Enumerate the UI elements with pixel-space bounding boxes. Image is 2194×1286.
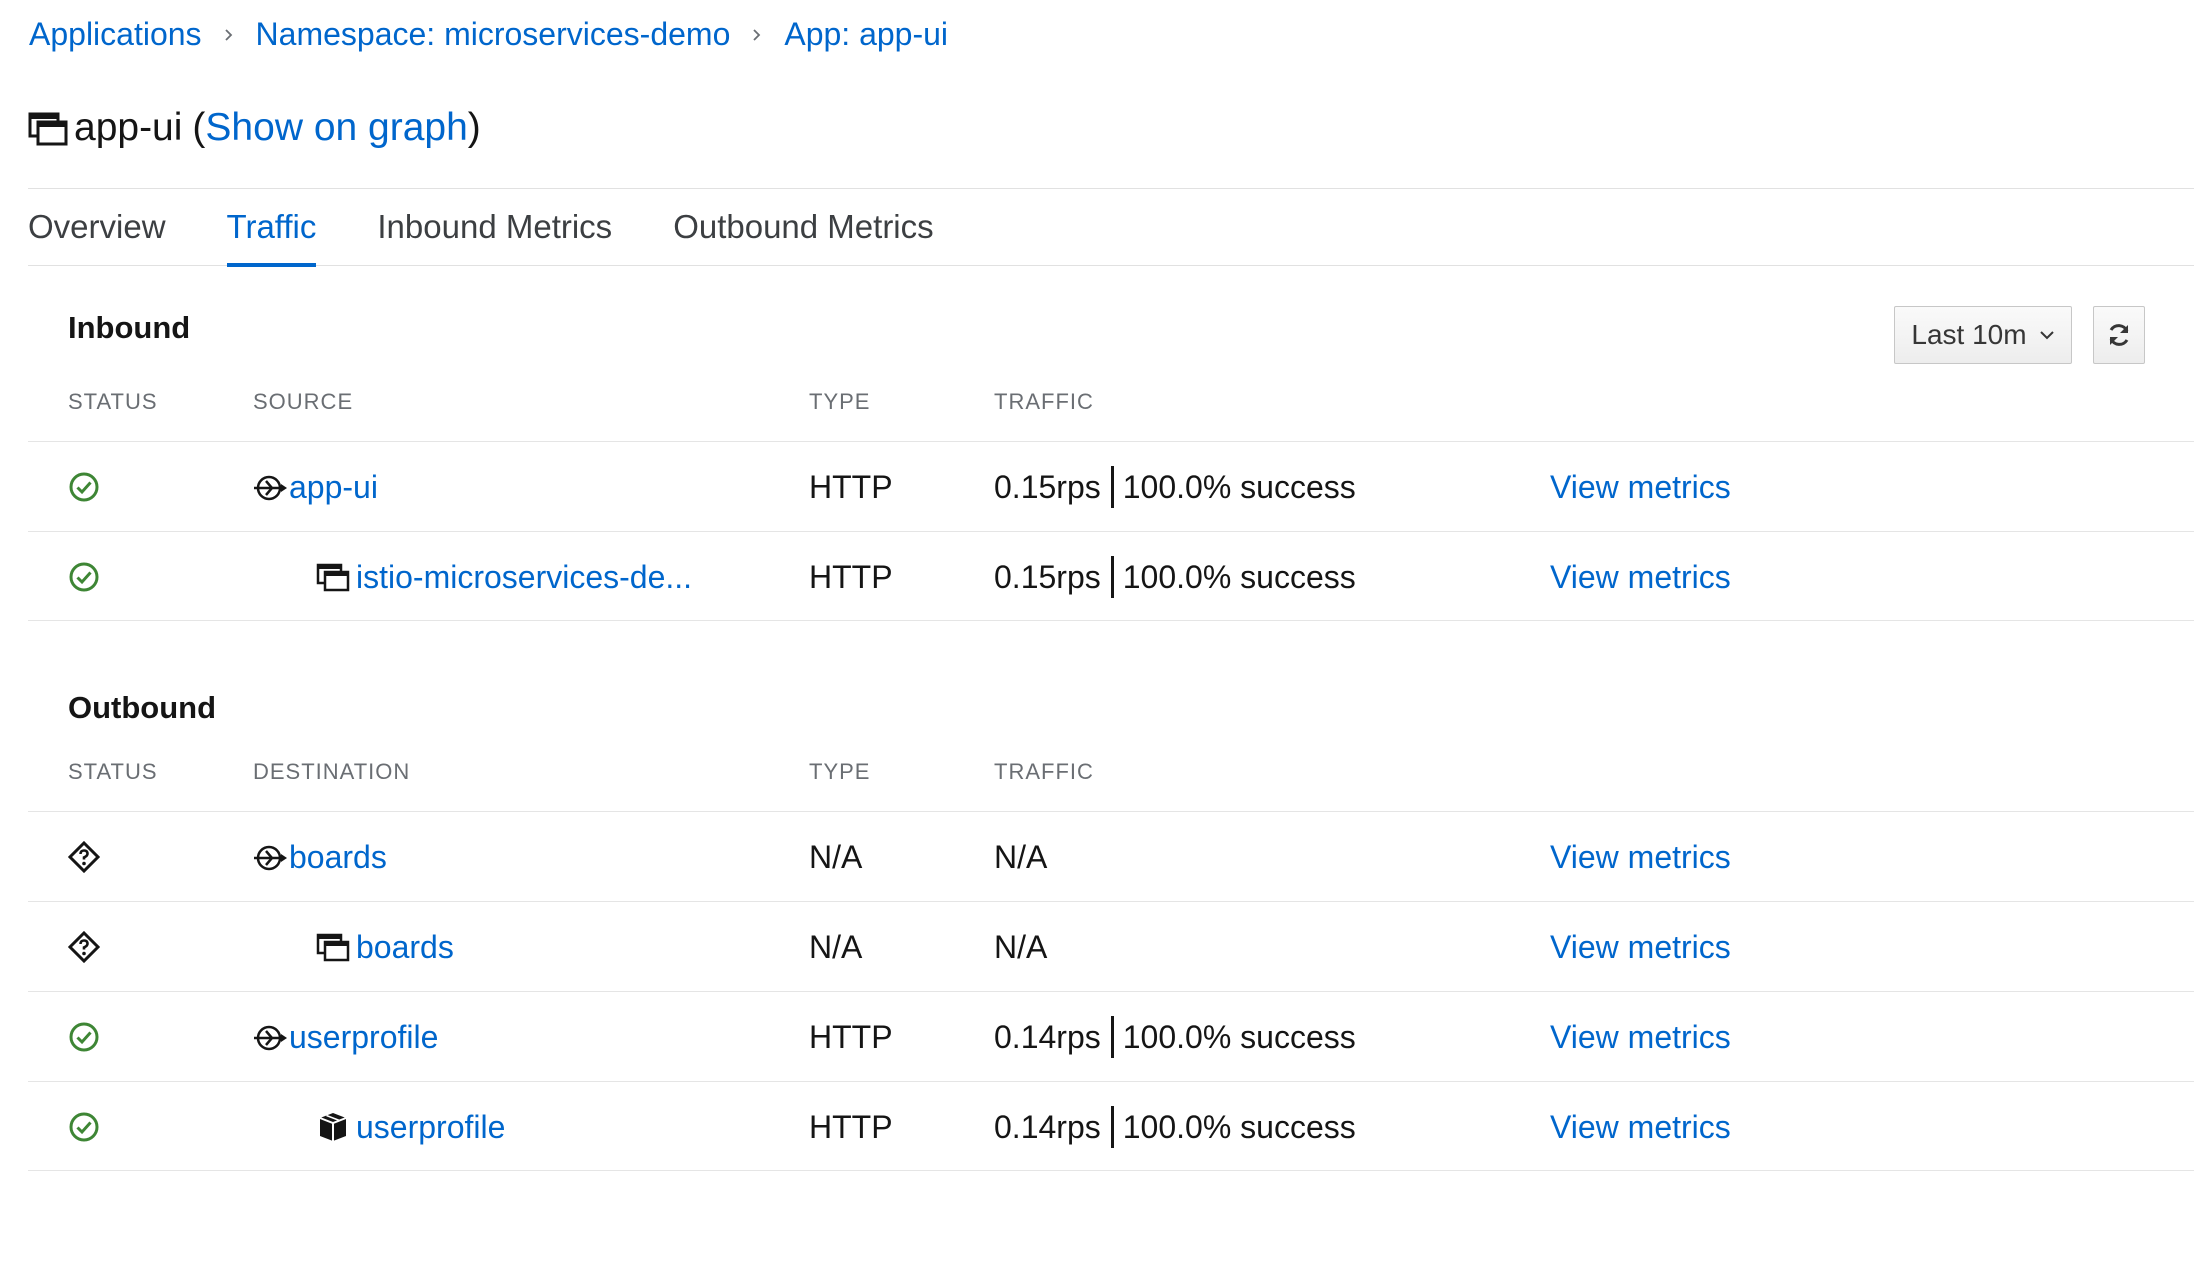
breadcrumb-app[interactable]: App: app-ui [784, 16, 948, 53]
service-icon [254, 845, 287, 871]
table-row: istio-microservices-de... HTTP 0.15rps 1… [28, 531, 2194, 621]
traffic-value: 0.15rps 100.0% success [994, 532, 1356, 622]
app-icon [316, 563, 350, 592]
destination-link[interactable]: boards [289, 839, 387, 876]
destination-link[interactable]: boards [356, 929, 454, 966]
rps-value: 0.15rps [994, 558, 1101, 595]
type-value: HTTP [809, 1108, 893, 1145]
table-row: userprofile HTTP 0.14rps 100.0% success … [28, 1081, 2194, 1171]
col-destination: DESTINATION [253, 759, 411, 784]
traffic-value: N/A [994, 838, 1048, 875]
divider [1110, 466, 1114, 508]
check-circle-icon [69, 562, 99, 592]
table-row: boards N/A N/A View metrics [28, 811, 2194, 901]
source-link[interactable]: istio-microservices-de... [356, 559, 692, 596]
app-icon [316, 933, 350, 962]
chevron-right-icon [750, 28, 764, 42]
type-value: N/A [809, 928, 863, 965]
success-rate: 100.0% success [1122, 468, 1356, 505]
app-icon [28, 112, 68, 146]
type-value: HTTP [809, 468, 893, 505]
breadcrumb: Applications Namespace: microservices-de… [29, 16, 948, 53]
unknown-status-icon [68, 841, 100, 873]
page-title-name: app-ui [74, 106, 183, 149]
traffic-value: N/A [994, 928, 1048, 965]
source-link[interactable]: app-ui [289, 469, 378, 506]
view-metrics-link[interactable]: View metrics [1550, 559, 1731, 596]
traffic-value: 0.15rps 100.0% success [994, 442, 1356, 532]
tab-overview[interactable]: Overview [28, 188, 166, 266]
col-source: SOURCE [253, 389, 354, 414]
view-metrics-link[interactable]: View metrics [1550, 1019, 1731, 1056]
destination-link[interactable]: userprofile [356, 1109, 505, 1146]
time-range-dropdown[interactable]: Last 10m [1894, 306, 2072, 364]
outbound-title: Outbound [68, 690, 217, 725]
page-title: app-ui ( Show on graph ) [28, 106, 481, 150]
type-value: N/A [809, 838, 863, 875]
view-metrics-link[interactable]: View metrics [1550, 1109, 1731, 1146]
chevron-down-icon [2039, 331, 2054, 340]
breadcrumb-namespace[interactable]: Namespace: microservices-demo [256, 16, 731, 53]
breadcrumb-applications[interactable]: Applications [29, 16, 202, 53]
success-rate: 100.0% success [1122, 1108, 1356, 1145]
check-circle-icon [69, 1022, 99, 1052]
inbound-title: Inbound [68, 310, 191, 345]
title-paren-close: ) [467, 106, 481, 149]
view-metrics-link[interactable]: View metrics [1550, 929, 1731, 966]
traffic-value: 0.14rps 100.0% success [994, 1082, 1356, 1172]
view-metrics-link[interactable]: View metrics [1550, 839, 1731, 876]
col-traffic: TRAFFIC [994, 389, 1094, 414]
refresh-icon [2109, 324, 2129, 346]
tab-outbound-metrics[interactable]: Outbound Metrics [673, 188, 933, 266]
chevron-right-icon [222, 28, 236, 42]
col-status: STATUS [68, 389, 158, 414]
table-row: userprofile HTTP 0.14rps 100.0% success … [28, 991, 2194, 1081]
rps-value: 0.14rps [994, 1108, 1101, 1145]
show-on-graph-link[interactable]: Show on graph [205, 106, 467, 150]
title-paren-open: ( [192, 106, 206, 149]
type-value: HTTP [809, 1018, 893, 1055]
rps-value: 0.14rps [994, 1018, 1101, 1055]
divider [1110, 1106, 1114, 1148]
col-type: TYPE [809, 759, 871, 784]
check-circle-icon [69, 472, 99, 502]
rps-value: 0.15rps [994, 468, 1101, 505]
view-metrics-link[interactable]: View metrics [1550, 469, 1731, 506]
tab-bar: Overview Traffic Inbound Metrics Outboun… [28, 188, 2194, 267]
traffic-value: 0.14rps 100.0% success [994, 992, 1356, 1082]
tab-inbound-metrics[interactable]: Inbound Metrics [377, 188, 612, 266]
divider [1110, 556, 1114, 598]
workload-icon [319, 1113, 347, 1141]
refresh-button[interactable] [2093, 306, 2145, 364]
tab-traffic[interactable]: Traffic [226, 188, 316, 267]
col-type: TYPE [809, 389, 871, 414]
type-value: HTTP [809, 558, 893, 595]
service-icon [254, 1025, 287, 1051]
destination-link[interactable]: userprofile [289, 1019, 438, 1056]
table-row: app-ui HTTP 0.15rps 100.0% success View … [28, 441, 2194, 531]
check-circle-icon [69, 1112, 99, 1142]
success-rate: 100.0% success [1122, 558, 1356, 595]
time-range-value: Last 10m [1911, 319, 2027, 350]
divider [1110, 1016, 1114, 1058]
app-details-page: Applications Namespace: microservices-de… [0, 0, 2194, 1286]
service-icon [254, 475, 287, 501]
col-traffic: TRAFFIC [994, 759, 1094, 784]
success-rate: 100.0% success [1122, 1018, 1356, 1055]
unknown-status-icon [68, 931, 100, 963]
table-row: boards N/A N/A View metrics [28, 901, 2194, 991]
col-status: STATUS [68, 759, 158, 784]
